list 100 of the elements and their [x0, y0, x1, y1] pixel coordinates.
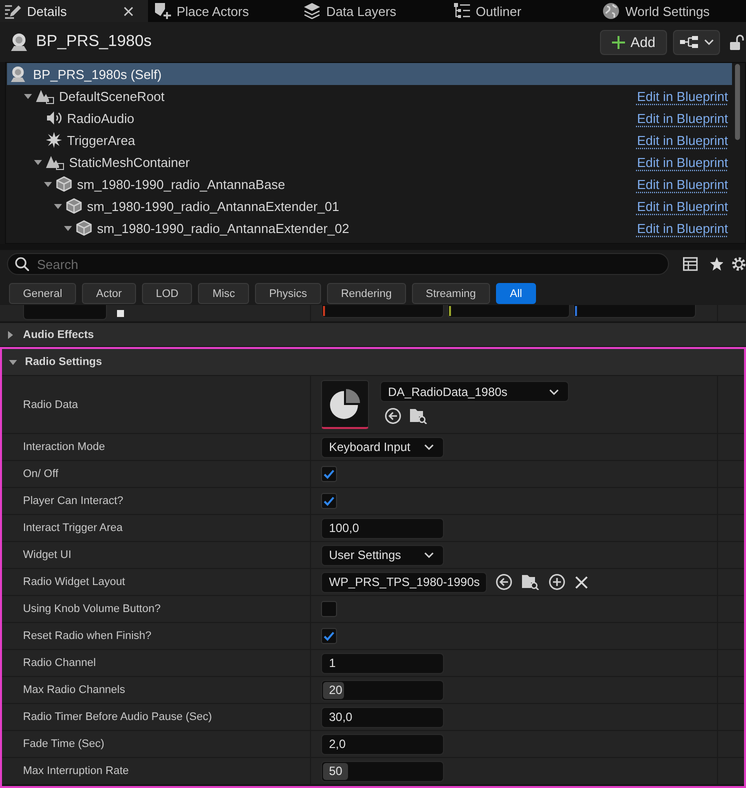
component-row[interactable]: StaticMeshContainer Edit in Blueprint: [7, 151, 732, 173]
asset-dropdown[interactable]: DA_RadioData_1980s: [380, 381, 569, 402]
dropdown-field[interactable]: [23, 305, 107, 320]
component-row[interactable]: sm_1980-1990_radio_AntannaBase Edit in Blueprint: [7, 173, 732, 195]
caret-down-icon[interactable]: [54, 204, 62, 208]
filter-chip[interactable]: Misc: [198, 283, 250, 304]
component-name: sm_1980-1990_radio_AntannaBase: [77, 176, 286, 192]
property-label: Max Interruption Rate: [23, 765, 129, 777]
sphere-on-stand-icon: [10, 66, 26, 82]
filter-chip[interactable]: Actor: [82, 283, 136, 304]
x-icon[interactable]: [575, 576, 588, 588]
filter-chip[interactable]: Streaming: [412, 283, 490, 304]
property-label: Radio Channel: [23, 657, 96, 669]
number-field[interactable]: [321, 305, 444, 318]
plus-icon: [612, 36, 625, 48]
filter-chip[interactable]: General: [9, 283, 76, 304]
shape-plus-icon: [154, 3, 171, 19]
arrow-left-circle-icon[interactable]: [385, 408, 401, 424]
slider-field[interactable]: 20: [321, 680, 444, 700]
component-name: DefaultSceneRoot: [59, 88, 165, 104]
property-label: Fade Time (Sec): [23, 738, 104, 750]
dropdown[interactable]: User Settings: [321, 544, 444, 566]
sphere-on-stand-icon: [10, 33, 28, 51]
slider-field[interactable]: 50: [321, 760, 444, 782]
property-label: Radio Data: [23, 398, 78, 410]
edit-in-blueprint-link[interactable]: Edit in Blueprint: [636, 154, 728, 170]
filter-chip[interactable]: Physics: [255, 283, 321, 304]
filter-chip[interactable]: Rendering: [326, 283, 406, 304]
settings-icon[interactable]: [732, 257, 746, 271]
outline-list-icon: [454, 3, 470, 19]
chevron-down-icon: [704, 39, 714, 45]
number-field[interactable]: 100,0: [321, 518, 444, 538]
property-label: Player Can Interact?: [23, 495, 124, 507]
checkbox[interactable]: [321, 601, 337, 617]
component-name: RadioAudio: [67, 110, 134, 126]
arrow-left-circle-icon[interactable]: [496, 574, 512, 590]
edit-in-blueprint-link[interactable]: Edit in Blueprint: [636, 110, 728, 126]
search-icon: [15, 257, 29, 271]
edit-in-blueprint-link[interactable]: Edit in Blueprint: [636, 176, 728, 192]
property-label: Interact Trigger Area: [23, 522, 123, 534]
chevron-down-icon: [424, 444, 434, 450]
cube-icon: [76, 220, 92, 236]
number-field[interactable]: 1: [321, 652, 444, 674]
caret-right-icon[interactable]: [8, 330, 13, 338]
filter-chip[interactable]: LOD: [142, 283, 192, 304]
caret-down-icon[interactable]: [64, 226, 72, 230]
number-field[interactable]: [447, 305, 570, 318]
component-name: sm_1980-1990_radio_AntannaExtender_02: [97, 220, 350, 236]
table-icon[interactable]: [683, 257, 698, 271]
plus-circle-icon[interactable]: [549, 574, 565, 590]
component-row[interactable]: TriggerArea Edit in Blueprint: [7, 129, 732, 151]
open-padlock-icon[interactable]: [730, 34, 744, 50]
property-label: Interaction Mode: [23, 441, 105, 453]
dropdown[interactable]: Keyboard Input: [321, 436, 444, 458]
panel-tab[interactable]: Details: [0, 0, 148, 22]
edit-in-blueprint-link[interactable]: Edit in Blueprint: [636, 132, 728, 148]
component-row[interactable]: sm_1980-1990_radio_AntannaExtender_02 Edit in Blueprint: [7, 217, 732, 239]
component-row[interactable]: RadioAudio Edit in Blueprint: [7, 107, 732, 129]
checkbox[interactable]: [321, 628, 337, 644]
pencil-list-icon: [5, 3, 21, 19]
edit-in-blueprint-link[interactable]: Edit in Blueprint: [636, 220, 728, 236]
add-button[interactable]: Add: [600, 30, 667, 54]
checkbox[interactable]: [321, 466, 337, 482]
blueprint-options-button[interactable]: [673, 30, 720, 54]
property-label: Using Knob Volume Button?: [23, 603, 161, 615]
section-header[interactable]: Radio Settings: [2, 349, 744, 376]
property-label: Max Radio Channels: [23, 684, 126, 696]
cube-icon: [66, 198, 82, 214]
speaker-icon: [46, 110, 62, 126]
search-field[interactable]: Search: [7, 253, 669, 275]
layers-icon: [304, 3, 320, 19]
scrollbar-thumb[interactable]: [735, 64, 740, 140]
component-name: TriggerArea: [67, 132, 136, 148]
checkbox[interactable]: [321, 493, 337, 509]
chevron-down-icon: [549, 388, 559, 394]
class-dropdown[interactable]: WP_PRS_TPS_1980-1990s: [321, 572, 487, 592]
chevron-down-icon: [424, 552, 434, 558]
number-field[interactable]: 2,0: [321, 734, 444, 754]
number-field[interactable]: [573, 305, 696, 318]
globe-icon: [603, 3, 620, 19]
caret-down-icon[interactable]: [34, 160, 42, 164]
caret-down-icon[interactable]: [44, 182, 52, 186]
number-field[interactable]: 30,0: [321, 706, 444, 728]
close-icon[interactable]: [124, 6, 133, 16]
asset-thumbnail[interactable]: [321, 380, 369, 429]
property-label: Widget UI: [23, 549, 72, 561]
folder-search-icon[interactable]: [522, 574, 539, 590]
component-row[interactable]: BP_PRS_1980s (Self): [7, 63, 732, 85]
component-row[interactable]: DefaultSceneRoot Edit in Blueprint: [7, 85, 732, 107]
filter-chip[interactable]: All: [496, 283, 536, 304]
caret-down-icon[interactable]: [24, 94, 32, 98]
caret-down-icon[interactable]: [8, 360, 16, 364]
cube-icon: [56, 176, 72, 192]
section-header[interactable]: Audio Effects: [0, 323, 746, 347]
pie-chart-icon: [330, 389, 360, 419]
folder-search-icon[interactable]: [410, 408, 427, 424]
edit-in-blueprint-link[interactable]: Edit in Blueprint: [636, 88, 728, 104]
edit-in-blueprint-link[interactable]: Edit in Blueprint: [636, 198, 728, 214]
star-icon[interactable]: [710, 257, 724, 271]
component-row[interactable]: sm_1980-1990_radio_AntannaExtender_01 Edit in Blueprint: [7, 195, 732, 217]
